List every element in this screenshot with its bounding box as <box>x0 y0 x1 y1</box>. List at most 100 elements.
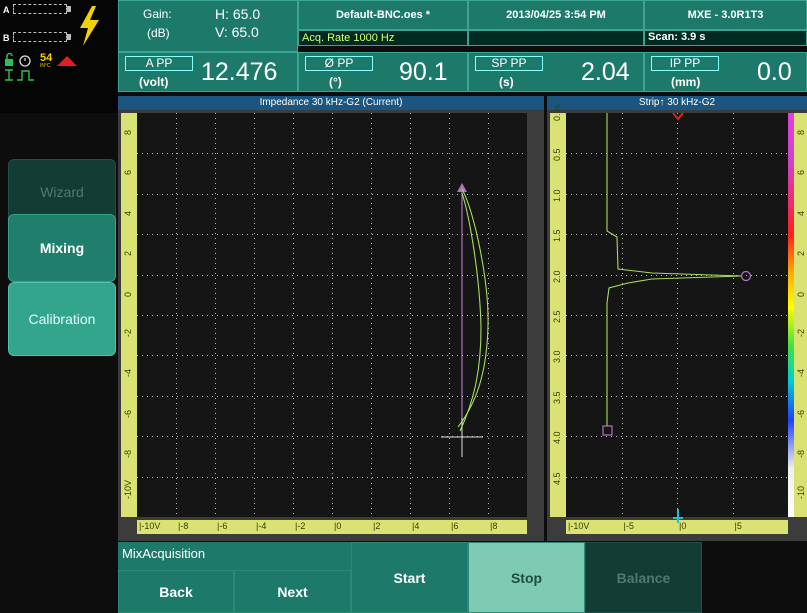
gain-h-value: H: 65.0 <box>215 6 261 22</box>
readout-a-pp-value: 12.476 <box>201 58 278 86</box>
readout-sp-pp-label: SP PP <box>475 56 543 71</box>
strip-plot-svg <box>566 113 788 517</box>
strip-cursor-marker <box>673 509 683 523</box>
readout-ip-pp-value: 0.0 <box>757 58 792 86</box>
readout-a-pp[interactable]: A PP (volt) 12.476 <box>118 52 298 92</box>
ruler-tick-label: |0 <box>334 521 342 531</box>
lock-timer-icon <box>5 52 31 67</box>
ruler-tick-label: 3.0 <box>552 350 562 364</box>
impedance-plot[interactable] <box>137 113 527 517</box>
next-button[interactable]: Next <box>234 570 351 613</box>
mix-acquisition-label: MixAcquisition <box>122 546 206 561</box>
ruler-tick-label: 2.5 <box>552 310 562 323</box>
ruler-tick-label: |-4 <box>256 521 267 531</box>
ruler-tick-label: 6 <box>123 170 133 176</box>
ruler-tick-label: 0.0s <box>552 103 562 121</box>
alarm-triangle-icon <box>57 56 77 66</box>
readout-ip-pp[interactable]: IP PP (mm) 0.0 <box>644 52 807 92</box>
readout-phase-pp-label: Ø PP <box>305 56 373 71</box>
readout-phase-pp-unit: (°) <box>329 75 342 89</box>
ruler-tick-label: 6 <box>796 170 806 176</box>
datetime-text: 2013/04/25 3:54 PM <box>506 9 606 21</box>
readout-a-pp-unit: (volt) <box>139 75 169 89</box>
impedance-cursor-triangle <box>457 183 467 192</box>
readout-sp-pp-value: 2.04 <box>581 58 630 86</box>
readout-ip-pp-unit: (mm) <box>671 75 701 89</box>
file-name: Default-BNC.oes * <box>335 9 431 21</box>
impedance-y-ruler: 8 6 4 2 0 -2 -4 -6 -8 -10V <box>121 113 137 517</box>
impedance-x-ruler: |-10V |-8 |-6 |-4 |-2 |0 |2 |4 |6 |8 <box>137 520 527 534</box>
probe-signal-icon <box>5 69 34 81</box>
strip-end-marker <box>602 425 613 436</box>
impedance-title: Impedance 30 kHz-G2 (Current) <box>118 96 544 110</box>
ruler-tick-label: |5 <box>734 521 742 531</box>
ruler-tick-label: -6 <box>796 409 806 418</box>
gain-v-value: V: 65.0 <box>215 24 259 40</box>
readout-sp-pp-unit: (s) <box>499 75 514 89</box>
ruler-tick-label: 1.5 <box>552 229 562 243</box>
ruler-tick-label: 1.0 <box>552 189 562 202</box>
ruler-tick-label: 8 <box>796 129 806 135</box>
readout-a-pp-label: A PP <box>125 56 193 71</box>
calibration-button[interactable]: Calibration <box>8 282 116 356</box>
mixing-button[interactable]: Mixing <box>8 214 116 282</box>
readout-phase-pp-value: 90.1 <box>399 58 448 86</box>
ruler-tick-label: 2 <box>796 251 806 257</box>
channel-b-battery-icon <box>13 32 67 42</box>
version-cell: MXE - 3.0R1T3 <box>644 0 807 30</box>
ruler-tick-label: |-8 <box>178 521 189 531</box>
impedance-trace-inner <box>459 192 482 432</box>
balance-button[interactable]: Balance <box>585 542 702 613</box>
datetime-cell: 2013/04/25 3:54 PM <box>468 0 644 30</box>
ruler-tick-label: -10 <box>796 485 806 499</box>
ruler-tick-label: 0 <box>796 291 806 297</box>
channel-a-label: A <box>3 5 10 15</box>
ruler-tick-label: 2.0 <box>552 270 562 283</box>
ruler-tick-label: |-2 <box>295 521 306 531</box>
ruler-tick-label: 4 <box>123 210 133 216</box>
impedance-plot-svg <box>137 113 527 517</box>
ruler-tick-label: |-10V <box>139 521 161 531</box>
strip-value-ruler: 8 6 4 2 0 -2 -4 -6 -8 -10 <box>794 113 807 517</box>
strip-title: Strip↑ 30 kHz-G2 <box>547 96 807 110</box>
file-name-cell[interactable]: Default-BNC.oes * <box>298 0 468 30</box>
scan-box: Scan: 3.9 s <box>644 30 807 46</box>
readout-phase-pp[interactable]: Ø PP (°) 90.1 <box>298 52 468 92</box>
readout-sp-pp[interactable]: SP PP (s) 2.04 <box>468 52 644 92</box>
scan-text: Scan: 3.9 s <box>648 31 706 43</box>
version-text: MXE - 3.0R1T3 <box>687 9 764 21</box>
channel-b-label: B <box>3 33 10 43</box>
ruler-tick-label: |4 <box>412 521 420 531</box>
ruler-tick-label: 2 <box>123 251 133 257</box>
readout-ip-pp-label: IP PP <box>651 56 719 71</box>
acq-rate-text: Acq. Rate 1000 Hz <box>302 32 395 44</box>
strip-time-ruler: 0.0s 0.5 1.0 1.5 2.0 2.5 3.0 3.5 4.0 4.5 <box>550 104 566 517</box>
lightning-icon <box>80 6 99 46</box>
ruler-tick-label: |-5 <box>623 521 634 531</box>
strip-plot[interactable] <box>566 113 788 517</box>
ruler-tick-label: 0 <box>123 291 133 297</box>
ruler-tick-label: |-6 <box>217 521 228 531</box>
ruler-tick-label: |8 <box>490 521 498 531</box>
ruler-tick-label: 4.0 <box>552 431 562 445</box>
channel-a-battery-icon <box>13 4 67 14</box>
ruler-tick-label: -8 <box>796 450 806 459</box>
ruler-tick-label: 4.5 <box>552 472 562 485</box>
gain-cell[interactable]: Gain: (dB) H: 65.0 V: 65.0 <box>118 0 298 52</box>
ruler-tick-label: -2 <box>123 328 133 337</box>
stop-button[interactable]: Stop <box>468 542 585 613</box>
ruler-tick-label: |-10V <box>568 521 590 531</box>
ruler-tick-label: -4 <box>796 369 806 378</box>
ruler-tick-label: 3.5 <box>552 391 562 404</box>
ruler-tick-label: 8 <box>123 129 133 135</box>
status-panel: A B 54 IN°C <box>0 0 118 113</box>
back-button[interactable]: Back <box>118 570 234 613</box>
ruler-tick-label: -6 <box>123 409 133 418</box>
ruler-tick-label: -10V <box>123 479 133 499</box>
status-message-box <box>468 30 644 46</box>
start-button[interactable]: Start <box>351 542 468 613</box>
ruler-tick-label: 0.5 <box>552 148 562 162</box>
bottom-empty-slot <box>702 542 807 613</box>
ruler-tick-label: |2 <box>373 521 381 531</box>
acq-rate-box: Acq. Rate 1000 Hz <box>298 30 468 46</box>
